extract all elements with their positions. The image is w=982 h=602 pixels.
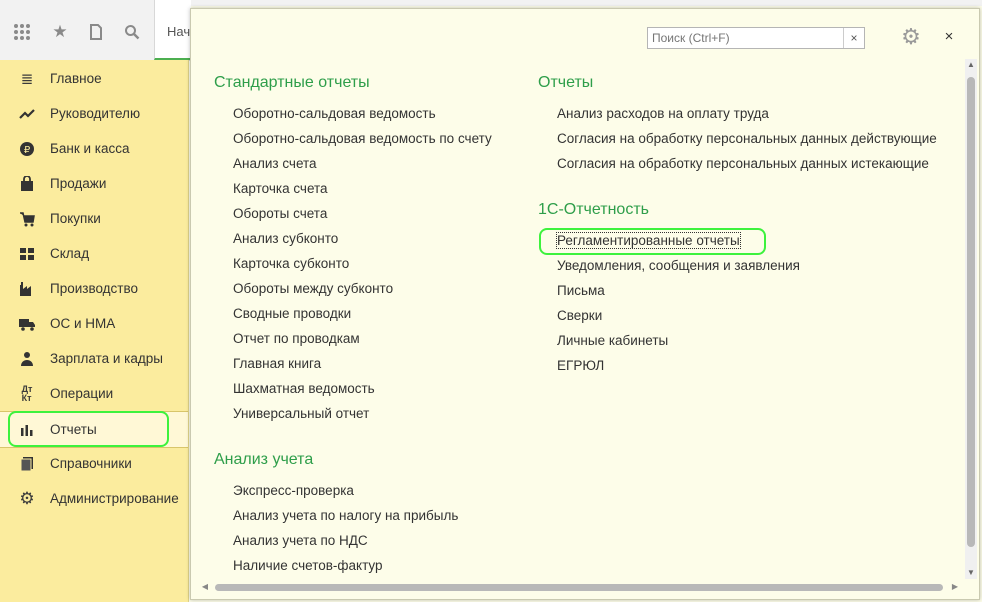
cart-icon: [17, 209, 37, 229]
report-link[interactable]: Согласия на обработку персональных данны…: [557, 156, 929, 171]
report-link[interactable]: ЕГРЮЛ: [557, 358, 604, 373]
report-link[interactable]: Оборотно-сальдовая ведомость по счету: [233, 131, 492, 146]
section-title-reporting: 1С-Отчетность: [538, 201, 649, 218]
clear-search-button[interactable]: ×: [843, 28, 864, 48]
book-icon: [17, 454, 37, 474]
report-link[interactable]: Сверки: [557, 308, 602, 323]
sidebar-item-label: Склад: [50, 246, 90, 261]
bar-chart-icon: [17, 420, 37, 440]
sidebar-item-label: Справочники: [50, 456, 132, 471]
grid-icon[interactable]: [10, 20, 34, 44]
report-link[interactable]: Анализ счета: [233, 156, 317, 171]
sidebar-item-production[interactable]: Производство: [0, 271, 188, 306]
sidebar-item-operations[interactable]: Дт Кт Операции: [0, 376, 188, 411]
report-link[interactable]: Обороты счета: [233, 206, 327, 221]
settings-gear-icon[interactable]: ⚙: [897, 23, 925, 51]
scroll-left-icon[interactable]: ◀: [199, 581, 211, 593]
sidebar-item-main[interactable]: ≣ Главное: [0, 61, 188, 96]
report-link[interactable]: Карточка субконто: [233, 256, 349, 271]
sidebar-item-payroll[interactable]: Зарплата и кадры: [0, 341, 188, 376]
sidebar-item-label: Покупки: [50, 211, 101, 226]
sidebar-item-directories[interactable]: Справочники: [0, 446, 188, 481]
sidebar-item-label: Администрирование: [50, 491, 179, 506]
report-link[interactable]: Карточка счета: [233, 181, 328, 196]
gear-icon: ⚙: [19, 488, 35, 508]
tab-start-page[interactable]: Нач: [154, 0, 191, 60]
sidebar-item-label: Руководителю: [50, 106, 141, 121]
sidebar-item-label: Зарплата и кадры: [50, 351, 163, 366]
sidebar-item-label: Отчеты: [50, 422, 97, 437]
report-link[interactable]: Анализ учета по НДС: [233, 533, 368, 548]
report-link[interactable]: Отчет по проводкам: [233, 331, 360, 346]
close-button[interactable]: ×: [939, 27, 959, 47]
report-link[interactable]: Анализ учета по налогу на прибыль: [233, 508, 458, 523]
sidebar-item-label: Банк и касса: [50, 141, 130, 156]
vertical-scrollbar[interactable]: ▲ ▼: [965, 59, 977, 579]
report-link[interactable]: Наличие счетов-фактур: [233, 558, 383, 573]
sidebar-item-label: ОС и НМА: [50, 316, 116, 331]
sidebar-item-bank[interactable]: ₽ Банк и касса: [0, 131, 188, 166]
truck-icon: [17, 314, 37, 334]
sidebar: ≣ Главное Руководителю ₽ Банк и касса Прод…: [0, 60, 189, 602]
tab-label: Нач: [167, 24, 191, 39]
section-title-reports: Отчеты: [538, 74, 594, 91]
sidebar-item-label: Главное: [50, 71, 102, 86]
report-link[interactable]: Письма: [557, 283, 605, 298]
people-icon: [17, 349, 37, 369]
report-link[interactable]: Оборотно-сальдовая ведомость: [233, 106, 436, 121]
dt-kt-icon: Дт Кт: [21, 383, 33, 403]
boxes-icon: [17, 244, 37, 264]
ruble-icon: ₽: [17, 139, 37, 159]
history-icon[interactable]: [84, 20, 108, 44]
report-link[interactable]: Анализ расходов на оплату труда: [557, 106, 769, 121]
section-title-standard: Стандартные отчеты: [214, 74, 370, 91]
sidebar-item-label: Продажи: [50, 176, 107, 191]
sidebar-item-assets[interactable]: ОС и НМА: [0, 306, 188, 341]
report-link[interactable]: Личные кабинеты: [557, 333, 668, 348]
trend-icon: [17, 104, 37, 124]
vertical-scroll-thumb[interactable]: [967, 77, 975, 547]
sidebar-item-label: Производство: [50, 281, 139, 296]
factory-icon: [17, 279, 37, 299]
section-title-analysis: Анализ учета: [214, 451, 314, 468]
report-link[interactable]: Сводные проводки: [233, 306, 351, 321]
sidebar-item-admin[interactable]: ⚙ Администрирование: [0, 481, 188, 516]
scroll-down-icon[interactable]: ▼: [965, 567, 977, 579]
sidebar-item-label: Операции: [50, 386, 114, 401]
report-link[interactable]: Шахматная ведомость: [233, 381, 375, 396]
sidebar-item-sales[interactable]: Продажи: [0, 166, 188, 201]
scroll-right-icon[interactable]: ▶: [949, 581, 961, 593]
search-icon[interactable]: [120, 20, 144, 44]
star-icon[interactable]: ★: [48, 20, 72, 44]
bag-icon: [17, 174, 37, 194]
report-link[interactable]: Обороты между субконто: [233, 281, 393, 296]
search-input[interactable]: [648, 28, 846, 48]
report-link[interactable]: Экспресс-проверка: [233, 483, 354, 498]
sidebar-item-warehouse[interactable]: Склад: [0, 236, 188, 271]
sidebar-item-reports[interactable]: Отчеты: [0, 411, 188, 448]
report-link[interactable]: Анализ субконто: [233, 231, 338, 246]
svg-text:₽: ₽: [24, 145, 31, 156]
menu-lines-icon: ≣: [20, 70, 34, 88]
search-field[interactable]: ×: [647, 27, 865, 49]
horizontal-scroll-thumb[interactable]: [215, 584, 943, 591]
regulated-reports-link[interactable]: Регламентированные отчеты: [556, 232, 741, 249]
top-strip: [190, 0, 982, 6]
report-link[interactable]: Уведомления, сообщения и заявления: [557, 258, 800, 273]
report-link[interactable]: Универсальный отчет: [233, 406, 369, 421]
sidebar-item-manager[interactable]: Руководителю: [0, 96, 188, 131]
report-link[interactable]: Главная книга: [233, 356, 321, 371]
top-toolbar: ★ Нач: [0, 0, 191, 61]
scroll-up-icon[interactable]: ▲: [965, 59, 977, 71]
reports-panel: × ⚙ × Стандартные отчеты Оборотно-сальдо…: [190, 8, 980, 600]
horizontal-scrollbar[interactable]: ◀ ▶: [199, 581, 961, 593]
report-link[interactable]: Согласия на обработку персональных данны…: [557, 131, 937, 146]
sidebar-item-purchases[interactable]: Покупки: [0, 201, 188, 236]
